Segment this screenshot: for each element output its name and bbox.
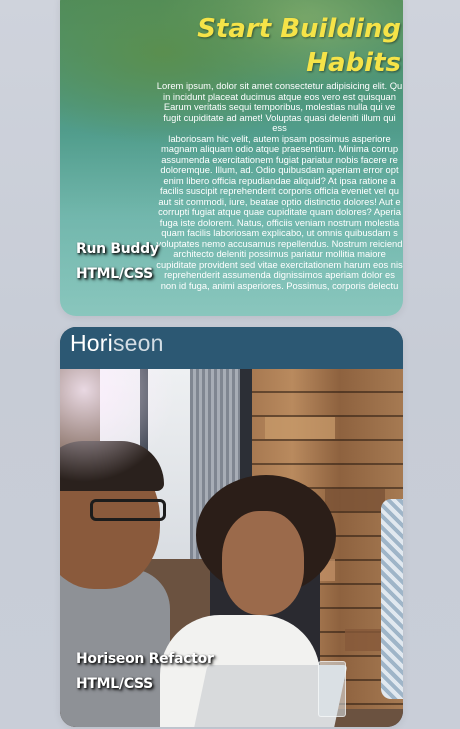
logo-text-2: seon bbox=[112, 330, 164, 356]
horiseon-header-bar: Horiseon bbox=[60, 327, 403, 369]
project-card-run-buddy[interactable]: Start Building Habits Lorem ipsum, dolor… bbox=[60, 0, 403, 316]
screenshot-headline: Start Building Habits bbox=[197, 12, 401, 80]
project-tech: HTML/CSS bbox=[76, 676, 153, 692]
project-tech: HTML/CSS bbox=[76, 266, 153, 282]
horiseon-logo: Horiseon bbox=[70, 330, 164, 357]
project-title: Run Buddy bbox=[76, 241, 159, 257]
project-title: Horiseon Refactor bbox=[76, 651, 214, 667]
logo-text-1: Hori bbox=[70, 330, 113, 356]
headline-line-1: Start Building bbox=[197, 14, 401, 44]
screenshot-body-text: Lorem ipsum, dolor sit amet consectetur … bbox=[156, 81, 403, 291]
project-label: Run Buddy HTML/CSS bbox=[76, 237, 159, 287]
headline-line-2: Habits bbox=[306, 48, 401, 78]
project-label: Horiseon Refactor HTML/CSS bbox=[76, 647, 214, 697]
project-card-horiseon[interactable]: Horiseon Horiseon Refactor HTML/CSS bbox=[60, 327, 403, 727]
photo-water-glass bbox=[318, 661, 346, 717]
photo-person-sleeve bbox=[381, 499, 403, 699]
